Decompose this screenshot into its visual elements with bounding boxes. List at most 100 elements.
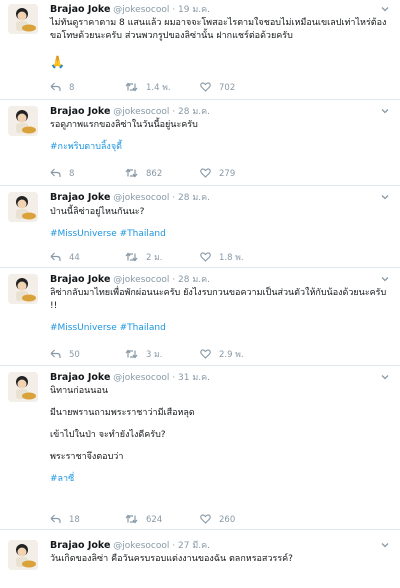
chevron-down-icon[interactable]	[380, 4, 390, 14]
reply-button[interactable]: 18	[50, 514, 80, 526]
hashtag[interactable]: #MissUniverse #Thailand	[50, 228, 385, 241]
tweet-line: ลิซ่ากลับมาไทยเพื่อพักผ่อนนะครับ ยังไงรบ…	[50, 288, 387, 298]
like-count: 702	[219, 83, 236, 93]
reply-button[interactable]: 44	[50, 252, 80, 264]
retweet-icon	[125, 168, 138, 178]
tweet-time[interactable]: 28 ม.ค.	[178, 275, 210, 285]
retweet-button[interactable]: 862	[125, 168, 162, 180]
reply-button[interactable]: 50	[50, 349, 80, 361]
tweet-text: ป่านนี้ลิซ่าอยู่ไหนกันนะ? #MissUniverse …	[50, 206, 385, 241]
reply-icon	[50, 168, 61, 177]
tweet[interactable]: Brajao Joke @jokesocool · 28 ม.ค. รอดูภา…	[0, 100, 400, 186]
retweet-count: 624	[146, 515, 163, 525]
author-handle[interactable]: @jokesocool	[113, 193, 169, 203]
retweet-button[interactable]: 1.4 พ.	[125, 82, 171, 94]
tweet-time[interactable]: 28 ม.ค.	[178, 193, 210, 203]
tweet-line: พระราชาจึงตอบว่า	[50, 452, 124, 462]
chevron-down-icon[interactable]	[380, 540, 390, 550]
tweet-header: Brajao Joke @jokesocool · 31 ม.ค.	[50, 372, 210, 384]
like-button[interactable]: 260	[200, 514, 235, 526]
tweet-line: !!	[50, 301, 58, 311]
chevron-down-icon[interactable]	[380, 274, 390, 284]
like-button[interactable]: 2.9 พ.	[200, 349, 244, 361]
tweet[interactable]: Brajao Joke @jokesocool · 19 ม.ค. ไม่ทัน…	[0, 0, 400, 100]
tweet-actions: 18 624 260	[50, 514, 350, 526]
like-count: 1.8 พ.	[219, 253, 244, 263]
chevron-down-icon[interactable]	[380, 372, 390, 382]
tweet[interactable]: Brajao Joke @jokesocool · 31 ม.ค. นิทานก…	[0, 366, 400, 530]
separator-dot: ·	[172, 275, 176, 285]
reply-count: 18	[69, 515, 80, 525]
avatar[interactable]	[8, 4, 38, 34]
retweet-button[interactable]: 3 ม.	[125, 349, 162, 361]
tweet-header: Brajao Joke @jokesocool · 28 ม.ค.	[50, 192, 210, 204]
tweet-time[interactable]: 19 ม.ค.	[178, 5, 210, 15]
tweet-line: รอดูภาพแรกของลิซ่าในวันนี้อยู่นะครับ	[50, 120, 198, 130]
tweet[interactable]: Brajao Joke @jokesocool · 28 ม.ค. ลิซ่าก…	[0, 268, 400, 366]
like-count: 2.9 พ.	[219, 350, 244, 360]
tweet-text: ลิซ่ากลับมาไทยเพื่อพักผ่อนนะครับ ยังไงรบ…	[50, 287, 387, 335]
avatar[interactable]	[8, 106, 38, 136]
retweet-count: 1.4 พ.	[146, 83, 171, 93]
emoji: 🙏	[50, 55, 65, 69]
like-button[interactable]: 1.8 พ.	[200, 252, 244, 264]
reply-button[interactable]: 8	[50, 82, 74, 94]
reply-button[interactable]: 8	[50, 168, 74, 180]
retweet-count: 862	[146, 169, 163, 179]
author-name[interactable]: Brajao Joke	[50, 274, 110, 285]
tweet[interactable]: Brajao Joke @jokesocool · 27 มี.ค. วันเก…	[0, 530, 400, 588]
tweet-header: Brajao Joke @jokesocool · 28 ม.ค.	[50, 274, 210, 286]
chevron-down-icon[interactable]	[380, 192, 390, 202]
like-count: 260	[219, 515, 236, 525]
tweet-text: รอดูภาพแรกของลิซ่าในวันนี้อยู่นะครับ #กะ…	[50, 119, 385, 154]
avatar[interactable]	[8, 192, 38, 222]
retweet-count: 2 ม.	[146, 253, 163, 263]
avatar[interactable]	[8, 274, 38, 304]
reply-count: 8	[69, 83, 75, 93]
hashtag[interactable]: #MissUniverse #Thailand	[50, 322, 385, 335]
separator-dot: ·	[172, 193, 176, 203]
author-name[interactable]: Brajao Joke	[50, 106, 110, 117]
retweet-icon	[125, 252, 138, 262]
like-button[interactable]: 702	[200, 82, 235, 94]
hashtag[interactable]: #ลาซี่	[50, 473, 385, 486]
reply-icon	[50, 514, 61, 523]
reply-icon	[50, 252, 61, 261]
heart-icon	[200, 168, 211, 178]
avatar[interactable]	[8, 372, 38, 402]
heart-icon	[200, 82, 211, 92]
retweet-icon	[125, 349, 138, 359]
chevron-down-icon[interactable]	[380, 106, 390, 116]
author-handle[interactable]: @jokesocool	[113, 107, 169, 117]
retweet-count: 3 ม.	[146, 350, 163, 360]
tweet-line: นิทานก่อนนอน	[50, 386, 109, 396]
author-handle[interactable]: @jokesocool	[113, 541, 169, 551]
author-name[interactable]: Brajao Joke	[50, 192, 110, 203]
heart-icon	[200, 514, 211, 524]
retweet-icon	[125, 514, 138, 524]
separator-dot: ·	[172, 541, 176, 551]
author-handle[interactable]: @jokesocool	[113, 275, 169, 285]
author-name[interactable]: Brajao Joke	[50, 4, 110, 15]
retweet-button[interactable]: 2 ม.	[125, 252, 162, 264]
tweet-actions: 8 1.4 พ. 702	[50, 82, 350, 94]
tweet[interactable]: Brajao Joke @jokesocool · 28 ม.ค. ป่านนี…	[0, 186, 400, 268]
heart-icon	[200, 252, 211, 262]
tweet-time[interactable]: 31 ม.ค.	[178, 373, 210, 383]
reply-icon	[50, 349, 61, 358]
retweet-icon	[125, 82, 138, 92]
hashtag[interactable]: #กะพริบตาบลิ้งจุดี้	[50, 141, 385, 154]
author-name[interactable]: Brajao Joke	[50, 540, 110, 551]
tweet-time[interactable]: 27 มี.ค.	[178, 541, 210, 551]
author-name[interactable]: Brajao Joke	[50, 372, 110, 383]
author-handle[interactable]: @jokesocool	[113, 5, 169, 15]
like-button[interactable]: 279	[200, 168, 235, 180]
tweet-text: วันเกิดของลิซ่า คือวันครบรอบแต่งงานของฉั…	[50, 553, 385, 566]
author-handle[interactable]: @jokesocool	[113, 373, 169, 383]
tweet-time[interactable]: 28 ม.ค.	[178, 107, 210, 117]
tweet-text: นิทานก่อนนอน มีนายพรานถามพระราชาว่ามีเสื…	[50, 385, 385, 486]
tweet-line: ขอโทษด้วยนะครับ ส่วนพวกรูปของลิซ่านั้น ฝ…	[50, 31, 293, 41]
retweet-button[interactable]: 624	[125, 514, 162, 526]
avatar[interactable]	[8, 540, 38, 570]
tweet-line: ป่านนี้ลิซ่าอยู่ไหนกันนะ?	[50, 207, 145, 217]
